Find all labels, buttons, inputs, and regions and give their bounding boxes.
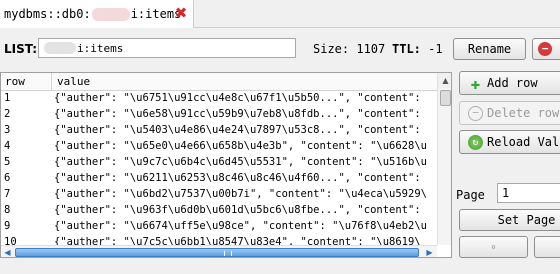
- row-number: 6: [4, 172, 11, 184]
- row-value: {"auther": "\u5403\u4e86\u4e24\u7897\u53…: [54, 124, 421, 136]
- table-header: row value: [1, 73, 437, 91]
- row-value: {"auther": "\u9c7c\u6b4c\u6d45\u5531", "…: [54, 156, 427, 168]
- column-divider[interactable]: [51, 73, 52, 91]
- tab-title: mydbms::db0: i:items: [4, 7, 181, 21]
- rename-button[interactable]: Rename: [453, 38, 526, 60]
- row-number: 4: [4, 140, 11, 152]
- redacted-text: [44, 42, 76, 54]
- set-page-button[interactable]: Set Page: [459, 209, 560, 231]
- column-header-value[interactable]: value: [57, 75, 90, 88]
- scroll-left-icon[interactable]: ◀: [1, 246, 14, 257]
- table-body: 1 {"auther": "\u6751\u91cc\u4e8c\u67f1\u5…: [1, 91, 437, 247]
- row-value: {"auther": "\u6751\u91cc\u4e8c\u67f1\u5b…: [54, 92, 421, 104]
- redacted-text: [91, 8, 130, 21]
- table-row[interactable]: 5 {"auther": "\u9c7c\u6b4c\u6d45\u5531", …: [1, 155, 437, 171]
- add-row-button[interactable]: ✚ Add row: [459, 71, 560, 95]
- column-header-row[interactable]: row: [5, 75, 25, 88]
- tab-title-prefix: mydbms::db0:: [4, 7, 91, 21]
- row-value: {"auther": "\u6e58\u91cc\u59b9\u7eb8\u8f…: [54, 108, 421, 120]
- vertical-scrollbar[interactable]: ▲: [437, 73, 451, 245]
- previous-page-button[interactable]: ◦: [459, 236, 528, 258]
- list-type-label: LIST:: [4, 42, 38, 56]
- delete-row-label: Delete row: [487, 106, 560, 120]
- row-number: 1: [4, 92, 11, 104]
- ttl-label-text: TTL:: [392, 42, 421, 56]
- row-number: 5: [4, 156, 11, 168]
- add-row-label: Add row: [487, 76, 538, 90]
- key-name-suffix: i:items: [77, 41, 124, 55]
- size-label: Size: 1107: [313, 42, 386, 56]
- previous-page-icon: ◦: [490, 240, 497, 254]
- plus-icon: ✚: [470, 73, 481, 93]
- next-page-button[interactable]: [534, 236, 560, 258]
- row-value: {"auther": "\u963f\u6d0b\u601d\u5bc6\u8f…: [54, 204, 421, 216]
- row-number: 3: [4, 124, 11, 136]
- ttl-value: -1: [428, 42, 443, 56]
- reload-value-label: Reload Value: [487, 135, 560, 149]
- horizontal-scroll-thumb[interactable]: [15, 248, 419, 257]
- reload-icon: ↻: [468, 134, 483, 150]
- table-row[interactable]: 3 {"auther": "\u5403\u4e86\u4e24\u7897\u5…: [1, 123, 437, 139]
- key-name-field[interactable]: i:items: [38, 38, 296, 58]
- row-value: {"auther": "\u65e0\u4e66\u658b\u4e3b", "…: [54, 140, 427, 152]
- tab-key[interactable]: mydbms::db0: i:items ✖: [0, 0, 194, 28]
- table-row[interactable]: 4 {"auther": "\u65e0\u4e66\u658b\u4e3b", …: [1, 139, 437, 155]
- scroll-up-icon[interactable]: ▲: [438, 73, 451, 88]
- page-label: Page: [456, 188, 485, 202]
- values-table: row value 1 {"auther": "\u6751\u91cc\u4e8…: [0, 72, 452, 258]
- vertical-scroll-thumb[interactable]: [440, 90, 451, 106]
- page-number-input[interactable]: 1: [497, 183, 560, 203]
- row-value: {"auther": "\u6211\u6253\u8c46\u8c46\u4f…: [54, 172, 421, 184]
- table-row[interactable]: 7 {"auther": "\u6bd2\u7537\u00b7i", "cont…: [1, 187, 437, 203]
- delete-key-button[interactable]: −: [532, 38, 560, 60]
- table-row[interactable]: 2 {"auther": "\u6e58\u91cc\u59b9\u7eb8\u8…: [1, 107, 437, 123]
- close-icon[interactable]: ✖: [174, 6, 188, 21]
- delete-icon: −: [538, 42, 552, 56]
- row-value: {"auther": "\u6674\uff5e\u98ce", "conten…: [54, 220, 427, 232]
- table-row[interactable]: 8 {"auther": "\u963f\u6d0b\u601d\u5bc6\u8…: [1, 203, 437, 219]
- horizontal-scrollbar[interactable]: ◀ ▶: [1, 245, 437, 257]
- scroll-right-icon[interactable]: ▶: [423, 246, 436, 257]
- reload-value-button[interactable]: ↻ Reload Value: [459, 130, 560, 154]
- row-number: 7: [4, 188, 11, 200]
- ttl-label: TTL: -1: [392, 42, 443, 56]
- table-row[interactable]: 9 {"auther": "\u6674\uff5e\u98ce", "conte…: [1, 219, 437, 235]
- row-number: 8: [4, 204, 11, 216]
- table-row[interactable]: 1 {"auther": "\u6751\u91cc\u4e8c\u67f1\u5…: [1, 91, 437, 107]
- row-number: 9: [4, 220, 11, 232]
- tab-bar: mydbms::db0: i:items ✖: [0, 0, 560, 28]
- row-value: {"auther": "\u6bd2\u7537\u00b7i", "conte…: [54, 188, 427, 200]
- row-number: 2: [4, 108, 11, 120]
- grip-icon: [224, 251, 232, 256]
- delete-row-button[interactable]: − Delete row: [459, 101, 560, 125]
- table-row[interactable]: 6 {"auther": "\u6211\u6253\u8c46\u8c46\u4…: [1, 171, 437, 187]
- minus-icon: −: [468, 105, 483, 121]
